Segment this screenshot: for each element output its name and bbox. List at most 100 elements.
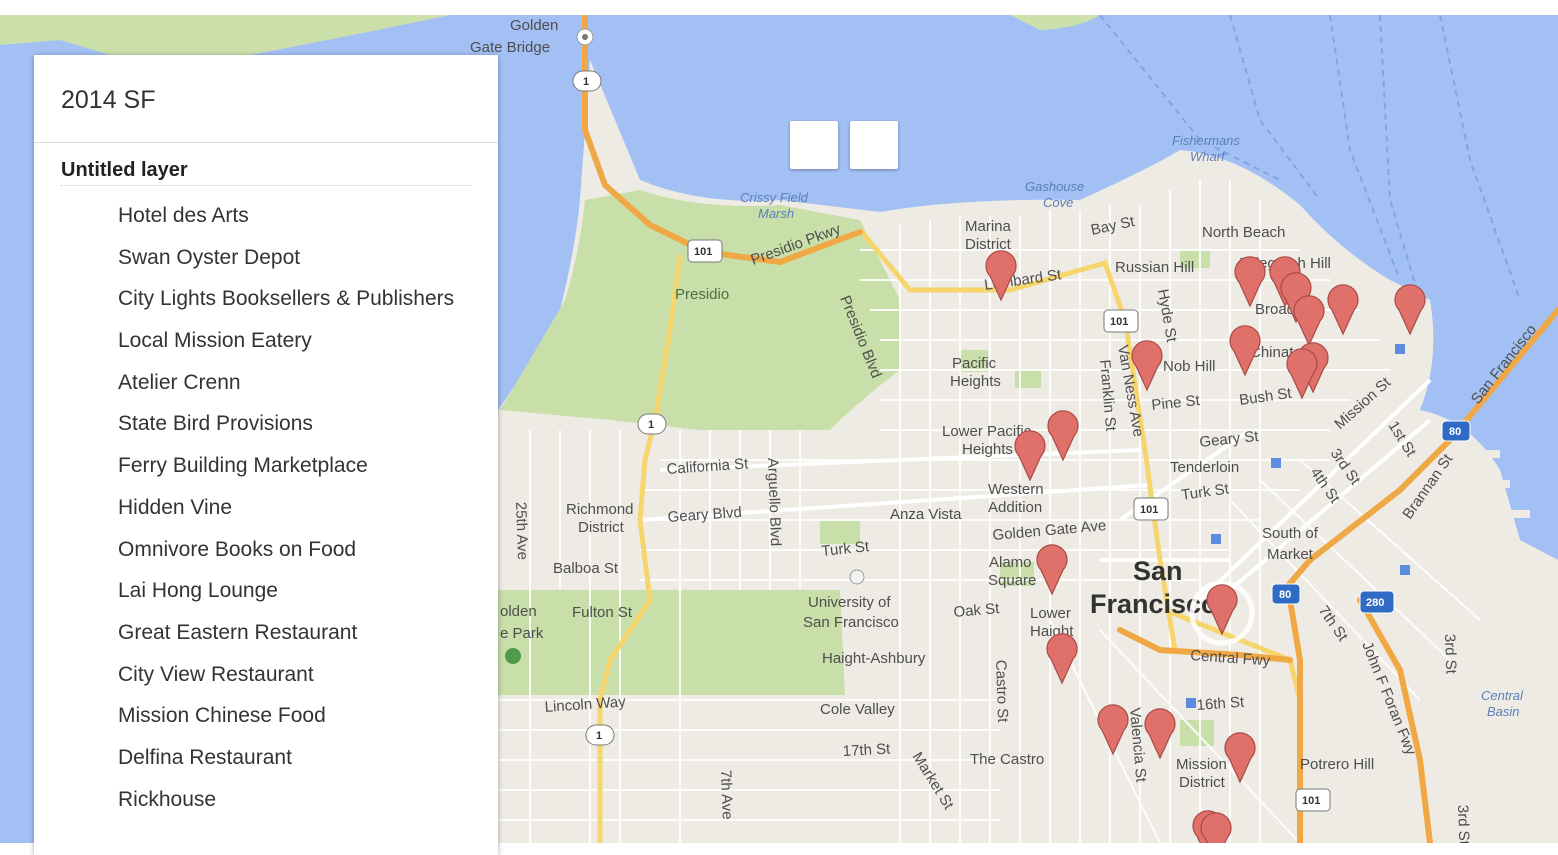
place-marker-icon[interactable]: [1200, 812, 1232, 843]
map-label: Presidio: [675, 286, 729, 303]
place-list-item[interactable]: City Lights Booksellers & Publishers: [34, 288, 498, 331]
map-label: Addition: [988, 499, 1042, 516]
map-legend-panel: 2014 SF Untitled layer Hotel des Arts Sw…: [34, 55, 498, 855]
map-label: Golden: [510, 17, 558, 34]
map-label: 16th St: [1196, 694, 1245, 714]
svg-text:1: 1: [648, 419, 654, 431]
bridge-marker-dot-icon: [582, 34, 588, 40]
place-list: Hotel des Arts Swan Oyster Depot City Li…: [34, 205, 498, 832]
map-label: Lower: [1030, 605, 1071, 622]
i280-shield-icon: 280: [1359, 590, 1395, 614]
map-label: Wharf: [1190, 149, 1226, 164]
map-label: San: [1133, 556, 1183, 586]
transit-icon: [1271, 458, 1281, 468]
svg-text:80: 80: [1279, 589, 1291, 601]
transit-icon: [1400, 565, 1410, 575]
place-list-item[interactable]: Hidden Vine: [34, 497, 498, 540]
place-list-item[interactable]: Mission Chinese Food: [34, 705, 498, 748]
i80-shield-icon: 80: [1271, 583, 1301, 605]
map-label: 3rd St: [1441, 634, 1459, 675]
place-list-item[interactable]: Lai Hong Lounge: [34, 580, 498, 623]
map-label: e Park: [500, 625, 544, 642]
transit-icon: [1395, 344, 1405, 354]
place-list-item[interactable]: Ferry Building Marketplace: [34, 455, 498, 498]
map-label: 17th St: [842, 740, 891, 760]
map-label: Russian Hill: [1115, 259, 1194, 276]
map-label: Market: [1267, 546, 1314, 563]
map-label: Anza Vista: [890, 506, 962, 523]
us101-shield-icon: 101: [1103, 309, 1139, 333]
map-label: Heights: [962, 441, 1013, 458]
map-label: Marina: [965, 218, 1012, 235]
map-label: Fishermans: [1172, 133, 1240, 148]
place-list-item[interactable]: State Bird Provisions: [34, 414, 498, 456]
map-title[interactable]: 2014 SF: [34, 55, 498, 143]
place-list-item[interactable]: Omnivore Books on Food: [34, 539, 498, 582]
map-label: Potrero Hill: [1300, 756, 1374, 773]
map-label: Cole Valley: [820, 701, 895, 718]
map-label: Balboa St: [553, 560, 619, 577]
us101-shield-icon: 101: [1133, 497, 1169, 521]
map-label: 25th Ave: [512, 502, 531, 561]
park-icon: [505, 648, 521, 664]
map-label: Arguello Blvd: [764, 458, 784, 547]
map-label: Square: [988, 572, 1036, 589]
map-label: 3rd St: [1454, 805, 1472, 843]
map-label: Cove: [1043, 195, 1073, 210]
map-label: Nob Hill: [1163, 358, 1216, 375]
university-icon: [849, 569, 865, 585]
map-label: North Beach: [1202, 224, 1285, 241]
map-label: 7th Ave: [717, 770, 736, 820]
map-label: Central: [1481, 688, 1524, 703]
place-list-item[interactable]: Atelier Crenn: [34, 372, 498, 415]
transit-icon: [1186, 698, 1196, 708]
svg-text:1: 1: [583, 76, 589, 88]
map-label: Western: [988, 481, 1044, 498]
svg-text:80: 80: [1449, 426, 1461, 438]
svg-text:280: 280: [1366, 597, 1384, 609]
place-list-item[interactable]: Delfina Restaurant: [34, 747, 498, 790]
map-label: Gate Bridge: [470, 39, 550, 56]
i80-shield-icon: 80: [1441, 420, 1471, 442]
svg-text:101: 101: [694, 246, 712, 258]
us101-shield-icon: 101: [687, 239, 723, 263]
ca1-shield-icon: 1: [572, 70, 602, 92]
map-label: District: [1179, 774, 1226, 791]
map-label: Basin: [1487, 704, 1520, 719]
map-label: District: [578, 519, 625, 536]
layer-title[interactable]: Untitled layer: [61, 159, 471, 186]
map-label: Alamo: [989, 554, 1032, 571]
map-label: Haight-Ashbury: [822, 650, 926, 667]
place-list-item[interactable]: City View Restaurant: [34, 664, 498, 707]
map-label: Marsh: [758, 206, 794, 221]
map-label: Heights: [950, 373, 1001, 390]
golden-gate-park: [498, 590, 845, 695]
map-label: olden: [500, 603, 537, 620]
place-list-item[interactable]: Rickhouse: [34, 789, 498, 832]
map-label: Mission: [1176, 756, 1227, 773]
map-label: Crissy Field: [740, 190, 809, 205]
map-label: Richmond: [566, 501, 634, 518]
map-control-button[interactable]: [790, 121, 838, 169]
map-label: Pacific: [952, 355, 997, 372]
svg-text:101: 101: [1302, 795, 1320, 807]
map-control-button[interactable]: [850, 121, 898, 169]
map-label: Gashouse: [1025, 179, 1084, 194]
ca1-shield-icon: 1: [637, 413, 667, 435]
place-list-item[interactable]: Swan Oyster Depot: [34, 247, 498, 290]
place-list-item[interactable]: Hotel des Arts: [34, 205, 498, 248]
map-label: South of: [1262, 525, 1319, 542]
map-label: San Francisco: [803, 614, 899, 631]
map-label: University of: [808, 594, 891, 611]
map-label: District: [965, 236, 1012, 253]
place-list-item[interactable]: Local Mission Eatery: [34, 330, 498, 373]
map-label: The Castro: [970, 751, 1044, 768]
place-list-item[interactable]: Great Eastern Restaurant: [34, 622, 498, 665]
svg-text:101: 101: [1140, 504, 1158, 516]
svg-text:1: 1: [596, 730, 602, 742]
map-label: Castro St: [992, 660, 1011, 724]
us101-shield-icon: 101: [1295, 788, 1331, 812]
map-label: Tenderloin: [1170, 459, 1239, 476]
ca1-shield-icon: 1: [585, 724, 615, 746]
svg-text:101: 101: [1110, 316, 1128, 328]
